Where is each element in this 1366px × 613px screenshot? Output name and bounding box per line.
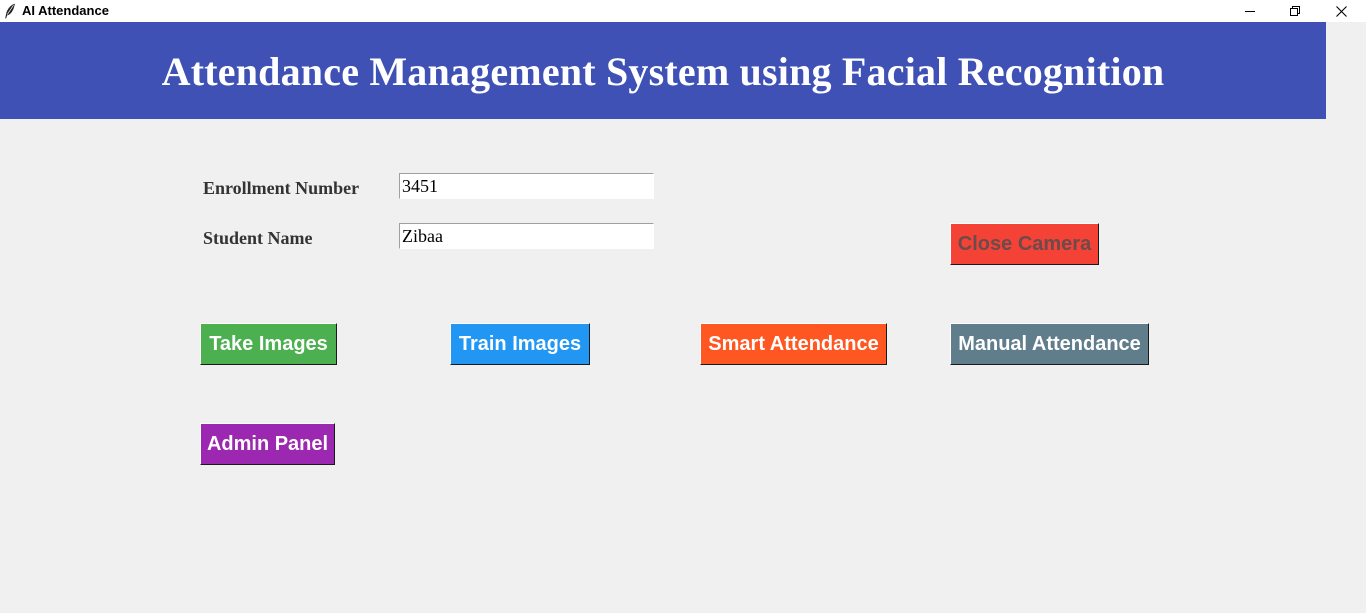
admin-panel-button[interactable]: Admin Panel <box>200 423 335 465</box>
minimize-icon <box>1245 6 1255 16</box>
manual-attendance-button[interactable]: Manual Attendance <box>950 323 1149 365</box>
enrollment-number-input[interactable] <box>399 173 654 199</box>
feather-icon <box>4 3 16 19</box>
close-icon <box>1335 5 1347 17</box>
restore-icon <box>1290 6 1300 16</box>
enrollment-number-label: Enrollment Number <box>203 178 360 198</box>
restore-button[interactable] <box>1272 0 1318 22</box>
student-name-label: Student Name <box>203 228 313 248</box>
take-images-button[interactable]: Take Images <box>200 323 337 365</box>
window-titlebar: AI Attendance <box>0 0 1366 22</box>
minimize-button[interactable] <box>1227 0 1273 22</box>
student-name-input[interactable] <box>399 223 654 249</box>
header-banner: Attendance Management System using Facia… <box>0 22 1326 119</box>
window-title: AI Attendance <box>22 3 109 18</box>
smart-attendance-button[interactable]: Smart Attendance <box>700 323 887 365</box>
close-camera-button[interactable]: Close Camera <box>950 223 1099 265</box>
page-title: Attendance Management System using Facia… <box>161 49 1165 94</box>
train-images-button[interactable]: Train Images <box>450 323 590 365</box>
close-window-button[interactable] <box>1318 0 1364 22</box>
